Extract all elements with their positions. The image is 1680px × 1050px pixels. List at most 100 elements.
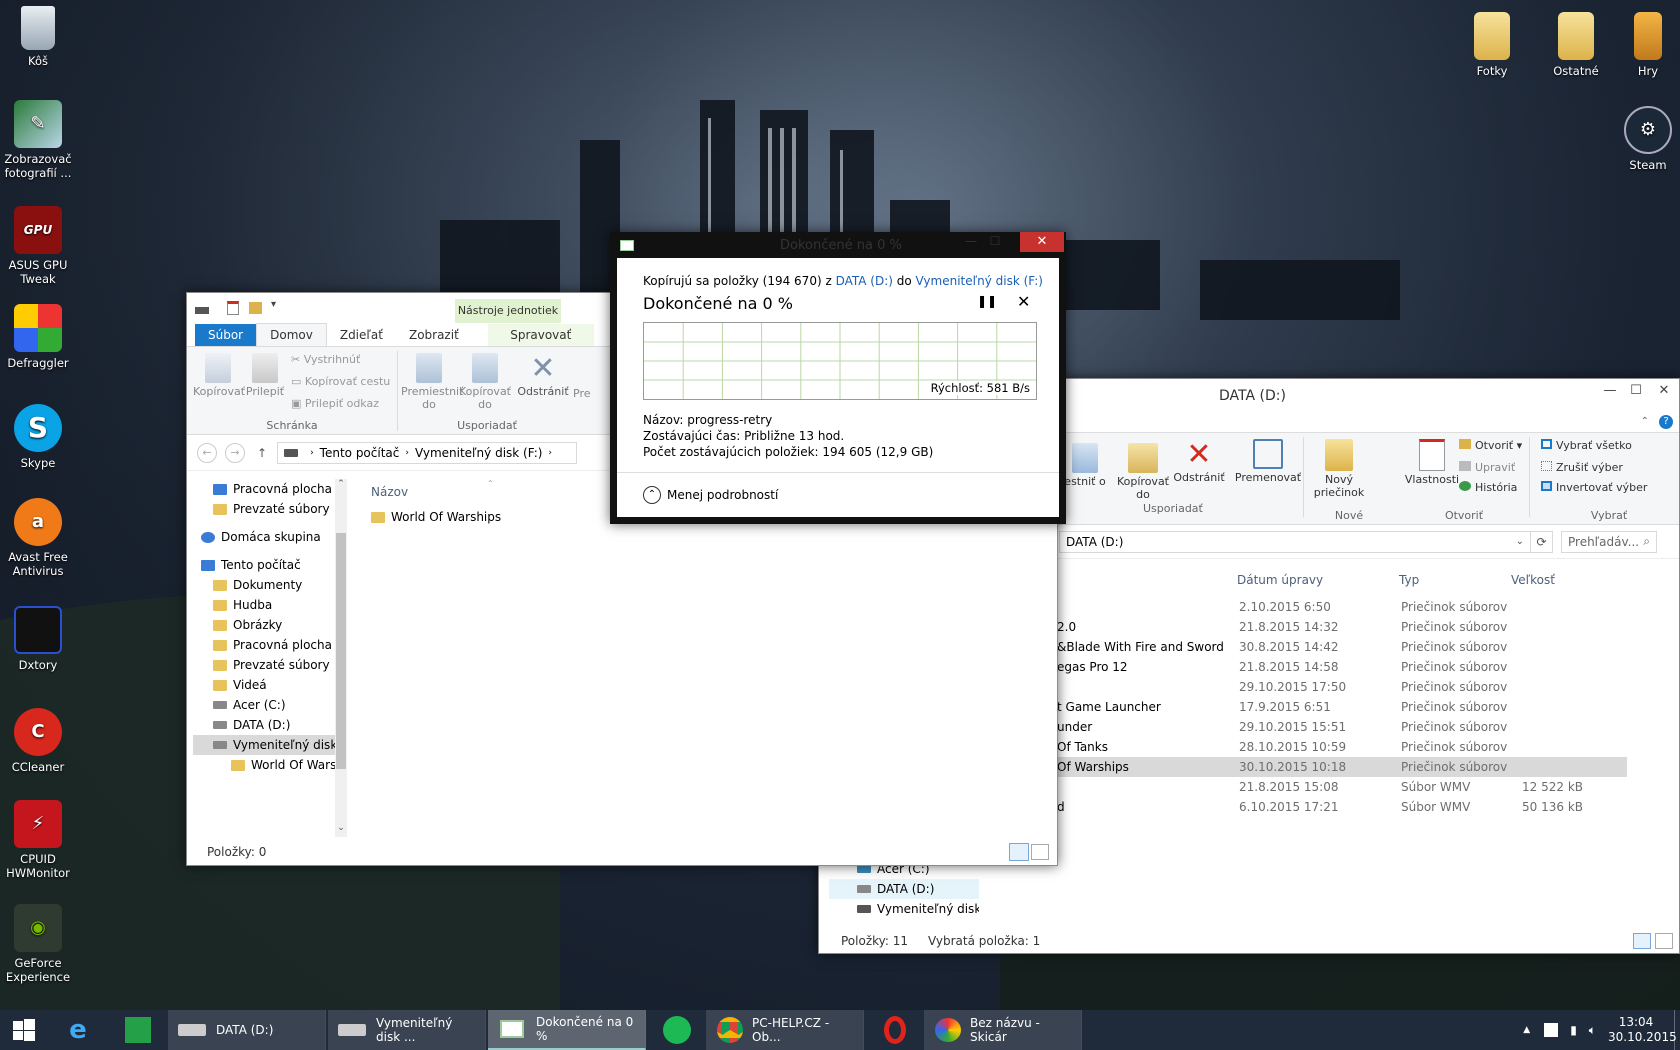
tree-item[interactable]: Prevzaté súbory bbox=[193, 655, 335, 675]
table-row[interactable]: 2.10.2015 6:50 Priečinok súborov bbox=[1057, 597, 1627, 617]
scroll-down-icon[interactable]: ⌄ bbox=[335, 823, 347, 837]
taskbar-spotify[interactable] bbox=[648, 1010, 706, 1050]
table-row[interactable]: t Game Launcher 17.9.2015 6:51 Priečinok s… bbox=[1057, 697, 1627, 717]
column-date[interactable]: Dátum úpravy bbox=[1237, 573, 1323, 587]
edit-button[interactable]: Upraviť bbox=[1459, 461, 1515, 474]
tree-item[interactable]: Acer (C:) bbox=[193, 695, 335, 715]
table-row[interactable]: Of Tanks 28.10.2015 10:59 Priečinok súboro… bbox=[1057, 737, 1627, 757]
taskbar-store[interactable] bbox=[108, 1010, 168, 1050]
select-none-button[interactable]: Zrušiť výber bbox=[1541, 461, 1623, 474]
tree-item[interactable]: Vymeniteľný disk bbox=[829, 899, 979, 919]
desktop-icon-ostatne[interactable]: Ostatné bbox=[1538, 12, 1614, 78]
taskbar-item-data-d[interactable]: DATA (D:) bbox=[168, 1010, 326, 1050]
copy-button[interactable]: Kopírovať bbox=[193, 353, 245, 398]
desktop-icon-avast[interactable]: a Avast Free Antivirus bbox=[0, 498, 76, 578]
open-button[interactable]: Otvoriť ▾ bbox=[1459, 439, 1522, 452]
column-name[interactable]: Názov bbox=[371, 485, 408, 499]
destination-link[interactable]: Vymeniteľný disk (F:) bbox=[916, 274, 1043, 288]
desktop-icon-ccleaner[interactable]: C CCleaner bbox=[0, 708, 76, 774]
back-button[interactable]: ← bbox=[197, 442, 217, 463]
tree-item[interactable]: DATA (D:) bbox=[193, 715, 335, 735]
desktop-icon-photo-viewer[interactable]: ✎ Zobrazovač fotografií ... bbox=[0, 100, 76, 180]
list-item[interactable]: World Of Warships bbox=[371, 507, 501, 527]
rename-button[interactable]: Pre bbox=[573, 387, 591, 400]
address-bar[interactable]: DATA (D:) ⌄ bbox=[1059, 530, 1531, 553]
large-icons-view-icon[interactable] bbox=[1655, 933, 1673, 949]
table-row[interactable]: egas Pro 12 21.8.2015 14:58 Priečinok súbo… bbox=[1057, 657, 1627, 677]
tab-file[interactable]: Súbor bbox=[195, 324, 257, 346]
close-button[interactable]: ✕ bbox=[1020, 232, 1064, 252]
maximize-button[interactable]: ☐ bbox=[1623, 379, 1649, 401]
table-row[interactable]: d 6.10.2015 17:21 Súbor WMV 50 136 kB bbox=[1057, 797, 1627, 817]
fewer-details-button[interactable]: ⌃ Menej podrobností bbox=[643, 486, 778, 504]
address-bar[interactable]: › Tento počítač › Vymeniteľný disk (F:) … bbox=[277, 441, 578, 464]
cancel-button[interactable]: ✕ bbox=[1017, 292, 1030, 311]
up-button[interactable]: ↑ bbox=[257, 446, 267, 460]
show-hidden-icons[interactable]: ▲ bbox=[1523, 1025, 1530, 1035]
quick-access-properties-icon[interactable] bbox=[227, 301, 239, 315]
tree-item[interactable]: Domáca skupina bbox=[193, 527, 335, 547]
scroll-up-icon[interactable]: ⌃ bbox=[335, 479, 347, 493]
desktop-icon-hry[interactable]: Hry bbox=[1610, 12, 1680, 78]
volume-icon[interactable]: 🔈︎ bbox=[1589, 1023, 1596, 1038]
details-view-icon[interactable] bbox=[1633, 933, 1651, 949]
start-button[interactable] bbox=[0, 1010, 48, 1050]
forward-button[interactable]: → bbox=[225, 442, 245, 463]
tree-item[interactable]: Pracovná plocha bbox=[193, 635, 335, 655]
table-row[interactable]: 21.8.2015 15:08 Súbor WMV 12 522 kB bbox=[1057, 777, 1627, 797]
tree-item[interactable]: Pracovná plocha bbox=[193, 479, 335, 499]
nav-scrollbar[interactable]: ⌃ ⌄ bbox=[335, 479, 347, 837]
minimize-button[interactable]: — bbox=[1597, 379, 1623, 401]
paste-shortcut-button[interactable]: ▣ Prilepiť odkaz bbox=[291, 397, 379, 410]
tree-item[interactable]: Dokumenty bbox=[193, 575, 335, 595]
move-to-button[interactable]: Premiestniť do bbox=[401, 353, 463, 411]
tree-item[interactable]: Tento počítač bbox=[193, 555, 335, 575]
copy-to-button[interactable]: Kopírovať do bbox=[457, 353, 513, 411]
quick-access-dropdown-icon[interactable]: ▾ bbox=[271, 299, 276, 310]
copy-to-button[interactable]: Kopírovať do bbox=[1113, 443, 1173, 501]
desktop-icon-skype[interactable]: S Skype bbox=[0, 404, 76, 470]
tree-item[interactable]: Prevzaté súbory bbox=[193, 499, 335, 519]
tree-item[interactable]: DATA (D:) bbox=[829, 879, 979, 899]
tab-share[interactable]: Zdieľať bbox=[327, 324, 396, 346]
taskbar-item-copy-progress[interactable]: Dokončené na 0 % bbox=[488, 1010, 646, 1050]
taskbar-ie[interactable]: e bbox=[48, 1010, 108, 1050]
new-folder-button[interactable]: Nový priečinok bbox=[1309, 439, 1369, 499]
source-link[interactable]: DATA (D:) bbox=[836, 274, 893, 288]
select-all-button[interactable]: Vybrať všetko bbox=[1541, 439, 1632, 452]
history-button[interactable]: História bbox=[1459, 481, 1517, 494]
taskbar-item-removable[interactable]: Vymeniteľný disk ... bbox=[328, 1010, 486, 1050]
minimize-button[interactable]: — bbox=[960, 234, 982, 252]
column-size[interactable]: Veľkosť bbox=[1511, 573, 1555, 587]
table-row[interactable]: &Blade With Fire and Sword 30.8.2015 14:4… bbox=[1057, 637, 1627, 657]
large-icons-view-icon[interactable] bbox=[1031, 844, 1049, 860]
desktop-icon-steam[interactable]: ⚙ Steam bbox=[1610, 106, 1680, 172]
close-button[interactable]: ✕ bbox=[1649, 379, 1679, 401]
table-row[interactable]: Of Warships 30.10.2015 10:18 Priečinok súb… bbox=[1057, 757, 1627, 777]
table-row[interactable]: 2.0 21.8.2015 14:32 Priečinok súborov bbox=[1057, 617, 1627, 637]
desktop-icon-recycle-bin[interactable]: Kôš bbox=[0, 6, 76, 68]
table-row[interactable]: 29.10.2015 17:50 Priečinok súborov bbox=[1057, 677, 1627, 697]
taskbar-item-paint[interactable]: Bez názvu - Skicár bbox=[924, 1010, 1082, 1050]
pause-button[interactable]: ❚❚ bbox=[977, 294, 997, 308]
tree-item[interactable]: Hudba bbox=[193, 595, 335, 615]
chevron-up-icon[interactable]: ⌃ bbox=[1641, 416, 1649, 427]
taskbar-item-chrome[interactable]: PC-HELP.CZ - Ob... bbox=[706, 1010, 864, 1050]
breadcrumb-item[interactable]: Vymeniteľný disk (F:) bbox=[415, 446, 542, 460]
move-to-button[interactable]: estniť o bbox=[1063, 443, 1107, 488]
tab-home[interactable]: Domov bbox=[256, 323, 327, 346]
taskbar-opera[interactable] bbox=[866, 1010, 924, 1050]
rename-button[interactable]: Premenovať bbox=[1231, 439, 1305, 484]
desktop-icon-defraggler[interactable]: Defraggler bbox=[0, 304, 76, 370]
scroll-thumb[interactable] bbox=[336, 533, 346, 769]
help-icon[interactable]: ? bbox=[1659, 414, 1673, 429]
desktop-icon-dxtory[interactable]: Dxtory bbox=[0, 606, 76, 672]
invert-selection-button[interactable]: Invertovať výber bbox=[1541, 481, 1647, 494]
delete-button[interactable]: ✕ Odstrániť bbox=[515, 353, 571, 399]
column-type[interactable]: Typ bbox=[1399, 573, 1419, 587]
desktop-icon-hwmonitor[interactable]: ⚡ CPUID HWMonitor bbox=[0, 800, 76, 880]
properties-button[interactable]: Vlastnosti bbox=[1399, 439, 1465, 486]
chevron-down-icon[interactable]: ⌄ bbox=[1516, 536, 1524, 547]
desktop-icon-asus-gpu-tweak[interactable]: GPU ASUS GPU Tweak bbox=[0, 206, 76, 286]
maximize-button[interactable]: ☐ bbox=[984, 234, 1006, 252]
